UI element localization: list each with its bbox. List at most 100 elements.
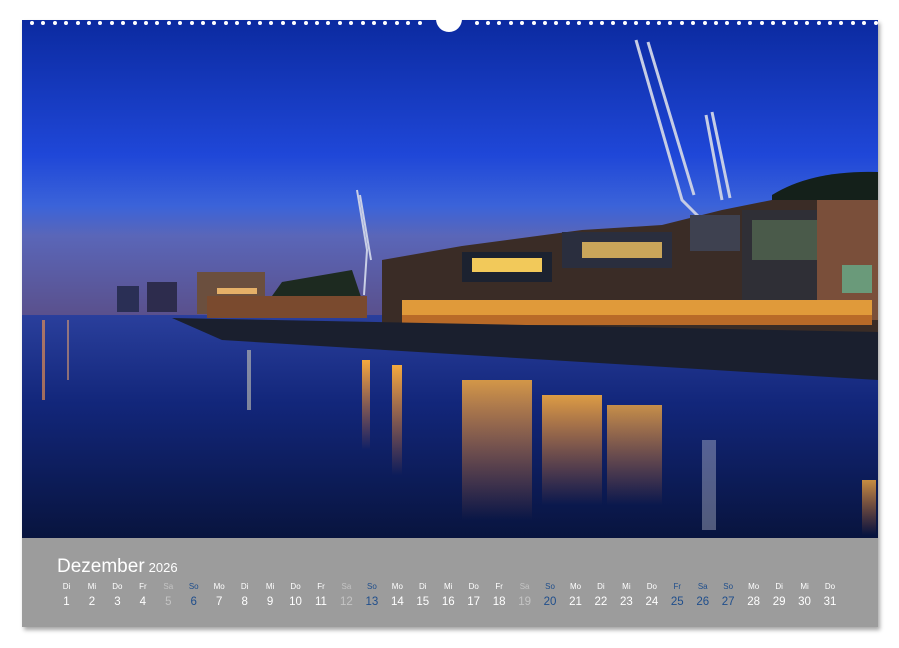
day-number: 24 xyxy=(645,596,659,608)
binding-hole xyxy=(326,21,331,25)
calendar-day: Mi 9 xyxy=(258,582,283,610)
weekday-label: Mo xyxy=(748,582,760,591)
binding-hole xyxy=(657,21,661,25)
binding-hole xyxy=(611,21,616,25)
day-number: 21 xyxy=(569,596,582,608)
binding-hole xyxy=(360,21,365,25)
day-number: 19 xyxy=(518,596,531,608)
binding-hole xyxy=(736,21,741,25)
weekday-label: Do xyxy=(646,582,657,591)
day-number: 23 xyxy=(619,596,633,608)
binding-hole xyxy=(155,21,160,25)
harbor-night-photo xyxy=(22,20,878,538)
calendar-page: Dezember 2026 Di 1 Mi 2 Do 3 Fr 4 Sa 5 So 6 Mo 7 Di 8 Mi 9… xyxy=(22,12,878,627)
binding-hole xyxy=(246,21,251,25)
day-number: 5 xyxy=(165,596,172,608)
binding-hole xyxy=(223,21,228,25)
binding-hole xyxy=(759,21,764,25)
weekday-label: Mi xyxy=(800,582,809,591)
day-number: 29 xyxy=(772,596,786,608)
binding-hole xyxy=(565,21,570,25)
calendar-day: Fr 4 xyxy=(130,582,155,610)
binding-hole xyxy=(189,21,194,25)
calendar-day: Mi 16 xyxy=(436,582,461,610)
binding-hole xyxy=(109,21,114,25)
weekday-label: Di xyxy=(419,582,427,591)
calendar-day: Fr 11 xyxy=(309,582,334,610)
day-number: 8 xyxy=(241,596,248,608)
calendar-day: Di 8 xyxy=(232,582,257,610)
binding-hole xyxy=(588,21,593,25)
weekday-label: Di xyxy=(597,582,605,591)
binding-hole xyxy=(166,21,171,25)
binding-hole xyxy=(850,21,855,25)
binding-hole xyxy=(52,21,57,25)
binding-hole xyxy=(30,21,34,25)
binding-hole xyxy=(235,21,240,25)
binding-hole xyxy=(805,21,810,25)
calendar-day: Mo 28 xyxy=(741,582,766,610)
weekday-label: Mi xyxy=(622,582,631,591)
weekday-label: So xyxy=(366,582,377,591)
day-number: 6 xyxy=(190,596,197,608)
binding-hole xyxy=(577,21,582,25)
binding-hole xyxy=(702,21,707,25)
day-number: 17 xyxy=(467,596,481,608)
calendar-day: Di 15 xyxy=(410,582,435,610)
weekday-label: So xyxy=(545,582,555,591)
day-number: 1 xyxy=(63,596,70,608)
weekday-label: Mo xyxy=(391,582,403,591)
day-number: 14 xyxy=(390,596,404,608)
binding-hole xyxy=(98,21,103,25)
day-number: 27 xyxy=(721,596,735,608)
day-number: 3 xyxy=(114,596,121,608)
binding-hole xyxy=(349,21,354,25)
weekday-label: Mo xyxy=(569,582,582,591)
binding-hole xyxy=(668,21,673,25)
binding-hole xyxy=(622,21,627,25)
binding-hole xyxy=(486,21,490,25)
binding-hole xyxy=(212,21,217,25)
day-number: 10 xyxy=(289,596,302,608)
month-name: Dezember xyxy=(57,556,145,577)
calendar-day: Fr 25 xyxy=(665,582,690,610)
binding-hole xyxy=(771,21,775,25)
calendar-day: Do 3 xyxy=(105,582,130,610)
calendar-day: So 6 xyxy=(181,582,206,610)
calendar-day: Do 24 xyxy=(639,582,664,610)
day-number: 9 xyxy=(266,596,274,608)
day-number: 4 xyxy=(139,596,147,608)
binding-hole xyxy=(372,21,376,25)
day-number: 26 xyxy=(696,596,710,608)
calendar-day: Mo 21 xyxy=(563,582,588,610)
weekday-label: Fr xyxy=(673,582,682,591)
calendar-day: Di 1 xyxy=(54,582,79,610)
day-number: 22 xyxy=(594,596,608,608)
weekday-label: Fr xyxy=(139,582,147,591)
day-number: 7 xyxy=(215,596,223,608)
day-number: 13 xyxy=(365,596,379,608)
binding-hole xyxy=(531,21,536,25)
day-number: 2 xyxy=(88,596,96,608)
weekday-label: Mi xyxy=(265,582,275,591)
weekday-label: Fr xyxy=(495,582,503,591)
binding-hole xyxy=(303,21,308,25)
binding-hole xyxy=(269,21,274,25)
day-number: 16 xyxy=(441,596,455,608)
binding-hole xyxy=(406,21,411,25)
binding-hole xyxy=(634,21,639,25)
day-number: 30 xyxy=(798,596,811,608)
binding-hole xyxy=(520,21,525,25)
binding-hole xyxy=(725,21,730,25)
weekday-label: So xyxy=(188,582,199,591)
binding-hole xyxy=(87,21,91,25)
binding-hole xyxy=(417,21,422,25)
binding-hole xyxy=(201,21,205,25)
binding-hole xyxy=(816,21,821,25)
binding-hole xyxy=(178,21,183,25)
binding-hole xyxy=(121,21,126,25)
weekday-label: Mi xyxy=(444,582,453,591)
calendar-day: Sa 5 xyxy=(156,582,181,610)
binding-hole xyxy=(383,21,388,25)
binding-hole xyxy=(839,21,844,25)
